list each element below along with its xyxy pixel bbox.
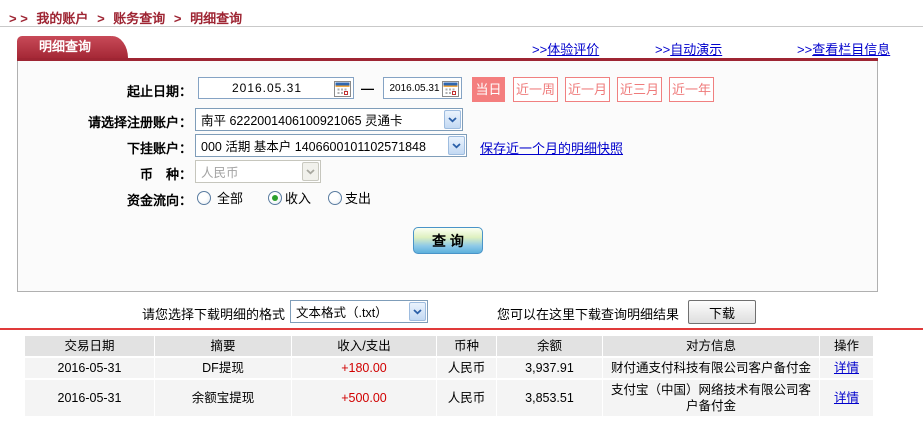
range-week-button[interactable]: 近一周 [513, 77, 558, 102]
chevron-down-icon [302, 162, 319, 181]
range-today-button[interactable]: 当日 [472, 77, 505, 102]
range-quarter-button[interactable]: 近三月 [617, 77, 662, 102]
cell-summary: 余额宝提现 [155, 380, 292, 416]
cell-currency: 人民币 [437, 380, 497, 416]
link-auto-demo-label: 自动演示 [670, 42, 723, 57]
radio-all-unchecked[interactable] [197, 190, 211, 205]
cell-amount: +180.00 [292, 358, 437, 378]
flow-expense-label: 支出 [345, 191, 372, 206]
col-header-currency: 币种 [437, 336, 497, 356]
date-from-input[interactable]: 2016.05.31 [198, 77, 354, 99]
breadcrumb-item-account-query[interactable]: 账务查询 [113, 11, 165, 26]
radio-income-checked[interactable] [268, 190, 282, 205]
date-range-dash: — [361, 81, 374, 96]
calendar-icon[interactable] [334, 81, 351, 100]
breadcrumb-separator: > [97, 11, 105, 26]
detail-link[interactable]: 详情 [834, 390, 859, 406]
link-prefix: >> [532, 42, 548, 57]
table-row: 2016-05-31 DF提现 +180.00 人民币 3,937.91 财付通… [25, 358, 873, 378]
cell-date: 2016-05-31 [25, 380, 155, 416]
col-header-amount: 收入/支出 [292, 336, 437, 356]
link-prefix: >> [655, 42, 671, 57]
cell-amount: +500.00 [292, 380, 437, 416]
link-experience-label: 体验评价 [547, 42, 600, 57]
flow-income-label: 收入 [285, 191, 312, 206]
detail-link[interactable]: 详情 [834, 360, 859, 376]
date-range-label: 起止日期： [126, 84, 192, 99]
calendar-icon[interactable] [442, 81, 459, 100]
registered-account-select[interactable]: 南平 6222001406100921065 灵通卡 [195, 108, 463, 131]
chevron-down-icon[interactable] [444, 110, 461, 129]
currency-label: 币 种： [139, 167, 192, 182]
header-divider [0, 26, 923, 27]
tab-detail-query[interactable]: 明细查询 [17, 36, 128, 58]
date-from-value: 2016.05.31 [231, 81, 303, 95]
download-hint: 您可以在这里下载查询明细结果 [497, 307, 680, 322]
link-experience-rating[interactable]: >>体验评价 [532, 39, 599, 58]
sub-account-label: 下挂账户： [126, 141, 192, 156]
breadcrumb: > > 我的账户 > 账务查询 > 明细查询 [8, 8, 246, 27]
download-format-value: 文本格式（.txt） [296, 306, 388, 320]
range-year-button[interactable]: 近一年 [669, 77, 714, 102]
col-header-balance: 余额 [497, 336, 603, 356]
download-format-label: 请您选择下载明细的格式 [141, 307, 285, 322]
cell-date: 2016-05-31 [25, 358, 155, 378]
date-to-input[interactable]: 2016.05.31 [383, 77, 462, 99]
currency-select: 人民币 [195, 160, 321, 183]
fund-flow-label: 资金流向： [126, 193, 192, 208]
table-header-row: 交易日期 摘要 收入/支出 币种 余额 对方信息 操作 [25, 336, 873, 356]
snapshot-link[interactable]: 保存近一个月的明细快照 [480, 138, 623, 157]
radio-expense-unchecked[interactable] [328, 190, 342, 205]
cell-balance: 3,853.51 [497, 380, 603, 416]
cell-counterparty: 财付通支付科技有限公司客户备付金 [603, 358, 820, 378]
col-header-counterparty: 对方信息 [603, 336, 820, 356]
cell-currency: 人民币 [437, 358, 497, 378]
download-format-select[interactable]: 文本格式（.txt） [290, 300, 428, 323]
query-button[interactable]: 查 询 [413, 227, 483, 254]
link-column-info-label: 查看栏目信息 [812, 42, 891, 57]
table-top-line [0, 328, 923, 330]
registered-account-label: 请选择注册账户： [87, 115, 192, 130]
transactions-table: 交易日期 摘要 收入/支出 币种 余额 对方信息 操作 2016-05-31 D… [25, 336, 873, 418]
download-button[interactable]: 下载 [688, 300, 756, 324]
tab-label: 明细查询 [38, 39, 91, 54]
range-month-button[interactable]: 近一月 [565, 77, 610, 102]
flow-option-all[interactable]: 全部 [197, 188, 243, 207]
cell-counterparty: 支付宝（中国）网络技术有限公司客户备付金 [603, 380, 820, 416]
currency-value: 人民币 [201, 166, 239, 180]
link-column-info[interactable]: >>查看栏目信息 [797, 39, 890, 58]
table-row: 2016-05-31 余额宝提现 +500.00 人民币 3,853.51 支付… [25, 380, 873, 416]
flow-all-label: 全部 [217, 191, 244, 206]
chevron-down-icon[interactable] [409, 302, 426, 321]
sub-account-select[interactable]: 000 活期 基本户 1406600101102571848 [195, 134, 467, 157]
col-header-action: 操作 [833, 339, 859, 353]
sub-account-value: 000 活期 基本户 1406600101102571848 [201, 140, 426, 154]
flow-option-income[interactable]: 收入 [268, 188, 311, 207]
breadcrumb-arrows: > > [9, 11, 28, 26]
link-prefix: >> [797, 42, 813, 57]
breadcrumb-item-detail-query[interactable]: 明细查询 [190, 11, 242, 26]
cell-summary: DF提现 [155, 358, 292, 378]
col-header-summary: 摘要 [155, 336, 292, 356]
chevron-down-icon[interactable] [448, 136, 465, 155]
breadcrumb-item-my-account[interactable]: 我的账户 [36, 11, 88, 26]
detail-query-page: > > 我的账户 > 账务查询 > 明细查询 明细查询 >>体验评价 >>自动演… [0, 0, 923, 446]
cell-balance: 3,937.91 [497, 358, 603, 378]
link-auto-demo[interactable]: >>自动演示 [655, 39, 722, 58]
col-header-date: 交易日期 [25, 336, 155, 356]
registered-account-value: 南平 6222001406100921065 灵通卡 [201, 114, 403, 128]
flow-option-expense[interactable]: 支出 [328, 188, 371, 207]
breadcrumb-separator: > [173, 11, 182, 26]
